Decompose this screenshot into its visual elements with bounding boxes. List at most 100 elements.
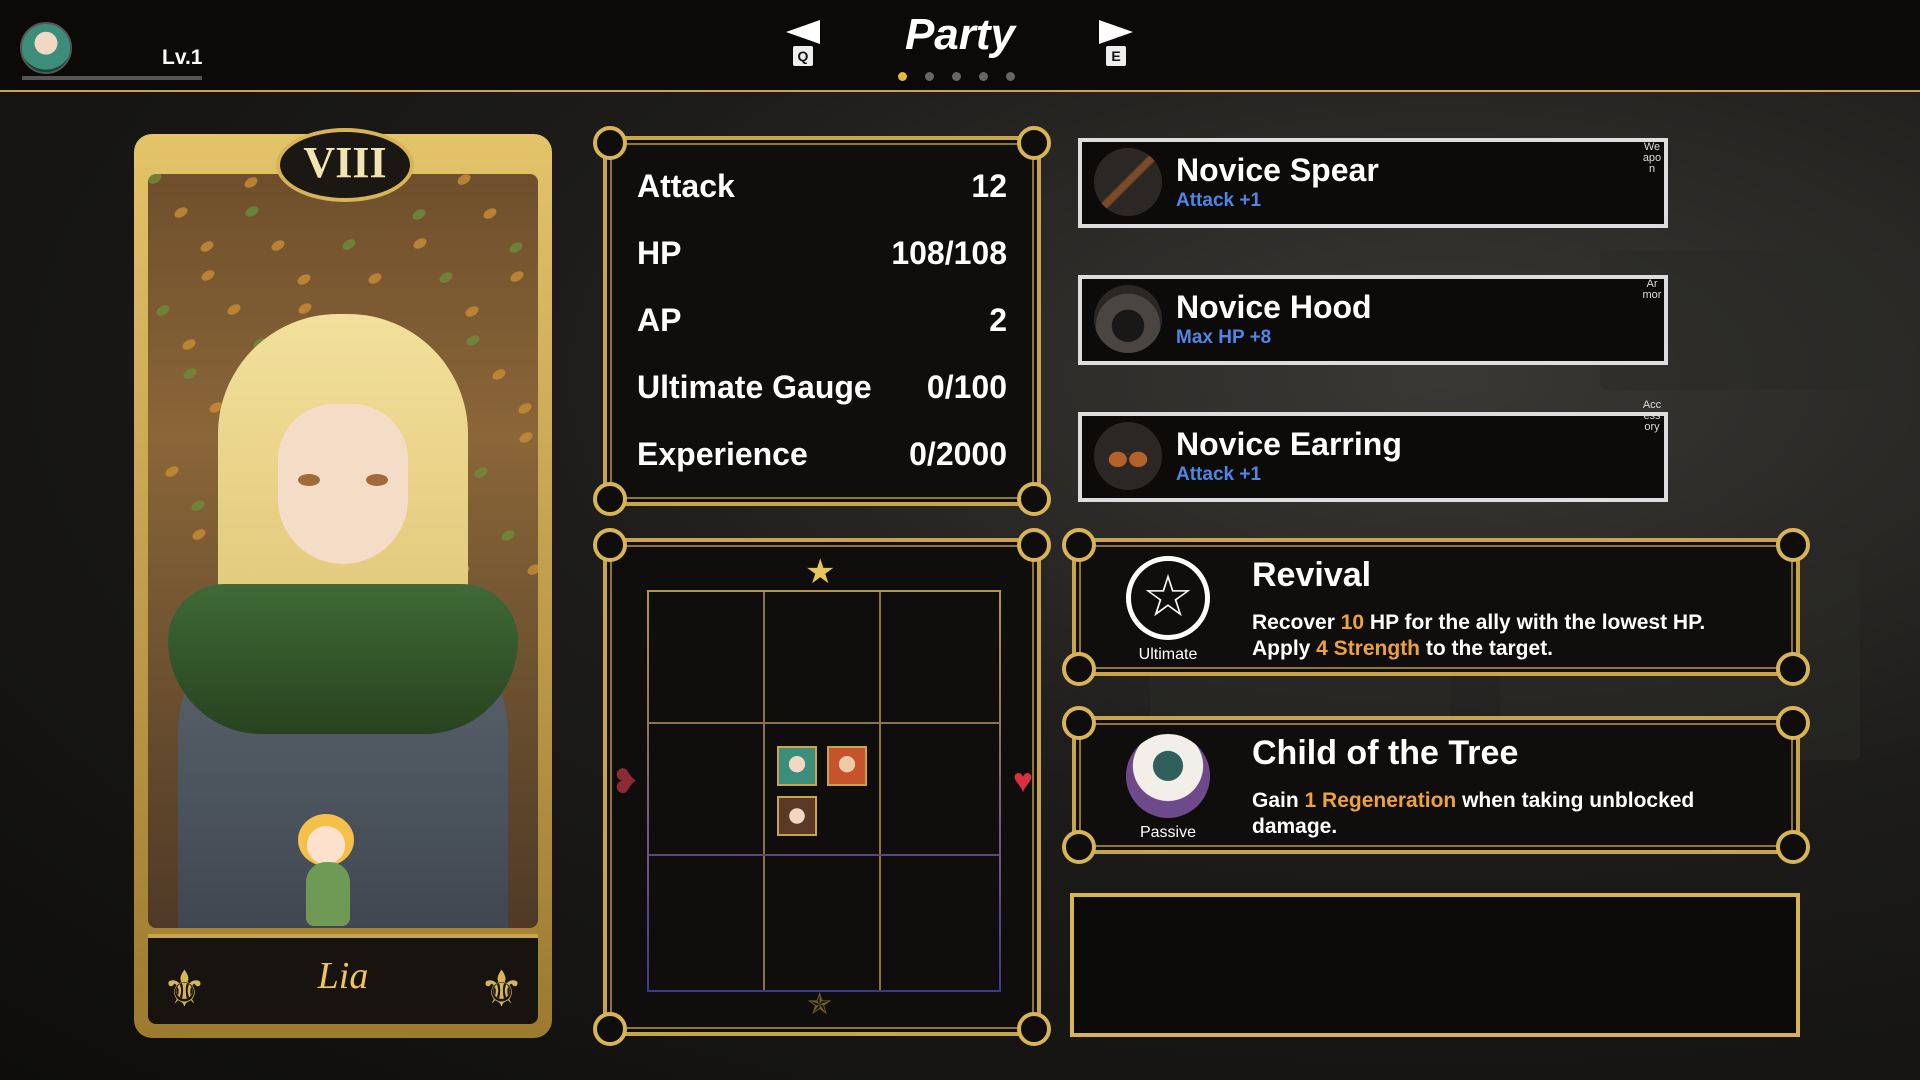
leaf-decoration <box>154 303 172 318</box>
top-bar: Lv.1 Q Party E <box>0 0 1920 92</box>
leaf-decoration <box>225 302 243 317</box>
grid-line <box>649 854 999 856</box>
leaf-decoration <box>199 268 217 283</box>
leaf-decoration <box>296 301 314 316</box>
leaf-decoration <box>437 270 455 285</box>
stat-label: Experience <box>637 436 808 472</box>
skill-description: Gain 1 Regeneration when taking unblocke… <box>1252 788 1752 840</box>
page-dot[interactable] <box>925 72 934 81</box>
party-member-slot[interactable] <box>777 796 817 836</box>
desc-text: to the target. <box>1420 637 1554 660</box>
character-eye <box>298 474 320 486</box>
character-cape <box>168 584 518 734</box>
desc-text: Gain <box>1252 789 1305 812</box>
leaf-decoration <box>366 271 384 286</box>
frame-ornament <box>1062 652 1096 686</box>
leaf-decoration <box>163 464 181 479</box>
fleur-de-lis-icon: ⚜ <box>479 961 524 1017</box>
spear-icon <box>1094 148 1162 216</box>
frame-ornament <box>593 126 627 160</box>
experience-bar <box>22 76 202 80</box>
stat-label: Ultimate Gauge <box>637 369 872 405</box>
leaf-decoration <box>490 367 508 382</box>
stat-label: HP <box>637 235 682 271</box>
equipment-slot-weapon[interactable]: Novice Spear Attack +1 Weapon <box>1078 138 1668 228</box>
stat-value: 12 <box>971 168 1007 204</box>
stat-hp: HP 108/108 <box>637 235 1007 285</box>
card-numeral: VIII <box>276 128 414 202</box>
frame-ornament <box>1062 706 1096 740</box>
equipment-stat: Attack +1 <box>1176 190 1262 211</box>
key-hint-e: E <box>1106 46 1126 66</box>
leaf-decoration <box>269 238 287 253</box>
leaf-decoration <box>508 269 526 284</box>
ultimate-skill-card[interactable]: ☆ Ultimate Revival Recover 10 HP for the… <box>1062 528 1810 686</box>
page-title: Party <box>904 10 1016 59</box>
character-card[interactable]: VIII ⚜ Lia ⚜ <box>134 128 552 1038</box>
frame-ornament <box>1776 652 1810 686</box>
stat-experience: Experience 0/2000 <box>637 436 1007 486</box>
page-dot[interactable] <box>898 72 907 81</box>
leaf-decoration <box>242 175 260 190</box>
stat-value: 0/100 <box>926 369 1007 405</box>
desc-text: HP for the ally with the lowest HP. <box>1364 611 1706 634</box>
frame-ornament <box>1017 528 1051 562</box>
frame-ornament <box>1776 830 1810 864</box>
grid-line <box>763 592 765 990</box>
leaf-decoration <box>507 240 525 255</box>
grid-line <box>879 592 881 990</box>
leaf-decoration <box>190 527 208 542</box>
party-member-avatar[interactable] <box>20 22 72 74</box>
leaf-decoration <box>499 528 517 543</box>
frame-ornament <box>593 482 627 516</box>
earring-icon <box>1094 422 1162 490</box>
leaf-decoration <box>463 304 481 319</box>
leaf-decoration <box>516 401 534 416</box>
frame-ornament <box>1017 482 1051 516</box>
frame-ornament <box>1062 528 1096 562</box>
leaf-decoration <box>517 430 535 445</box>
skill-type: Passive <box>1139 824 1197 841</box>
skill-type: Ultimate <box>1138 646 1198 663</box>
passive-skill-card[interactable]: Passive Child of the Tree Gain 1 Regener… <box>1062 706 1810 864</box>
party-member-slot[interactable] <box>777 746 817 786</box>
formation-panel: ★ ❥ ♥ ✯ <box>593 528 1051 1046</box>
character-eye <box>366 474 388 486</box>
page-dot[interactable] <box>1006 72 1015 81</box>
stat-attack: Attack 12 <box>637 168 1007 218</box>
leaf-decoration <box>464 333 482 348</box>
chibi-figure <box>288 814 368 928</box>
frame-ornament <box>1776 706 1810 740</box>
page-dot[interactable] <box>979 72 988 81</box>
leaf-decoration <box>198 239 216 254</box>
frame-ornament <box>1017 126 1051 160</box>
page-indicator <box>898 72 1015 81</box>
desc-text: Recover <box>1252 611 1341 634</box>
character-portrait <box>148 174 538 928</box>
leaf-decoration <box>189 498 207 513</box>
name-plate: ⚜ Lia ⚜ <box>148 934 538 1024</box>
star-icon: ★ <box>805 553 836 591</box>
star-outline-icon: ✯ <box>807 988 833 1021</box>
equipment-slot-armor[interactable]: Novice Hood Max HP +8 Armor <box>1078 275 1668 365</box>
leaf-decoration <box>295 272 313 287</box>
leaf-decoration <box>340 237 358 252</box>
page-dot[interactable] <box>952 72 961 81</box>
desc-highlight: 4 Strength <box>1316 637 1421 660</box>
stat-value: 108/108 <box>891 235 1007 271</box>
next-tab-button[interactable]: E <box>1096 20 1136 66</box>
frame-ornament <box>1062 830 1096 864</box>
stat-ultimate-gauge: Ultimate Gauge 0/100 <box>637 369 1007 419</box>
arrow-right-icon <box>1099 20 1133 44</box>
skill-name: Revival <box>1252 556 1372 594</box>
equipment-slot-accessory[interactable]: Novice Earring Attack +1 Accessory <box>1078 400 1668 502</box>
party-member-slot[interactable] <box>827 746 867 786</box>
formation-grid[interactable] <box>647 590 1001 992</box>
leaf-decoration <box>181 366 199 381</box>
previous-tab-button[interactable]: Q <box>783 20 823 66</box>
stat-label: AP <box>637 302 682 338</box>
desc-highlight: 1 Regeneration <box>1304 789 1457 812</box>
leaf-decoration <box>172 205 190 220</box>
leaf-decoration <box>411 236 429 251</box>
leaf-decoration <box>472 465 490 480</box>
